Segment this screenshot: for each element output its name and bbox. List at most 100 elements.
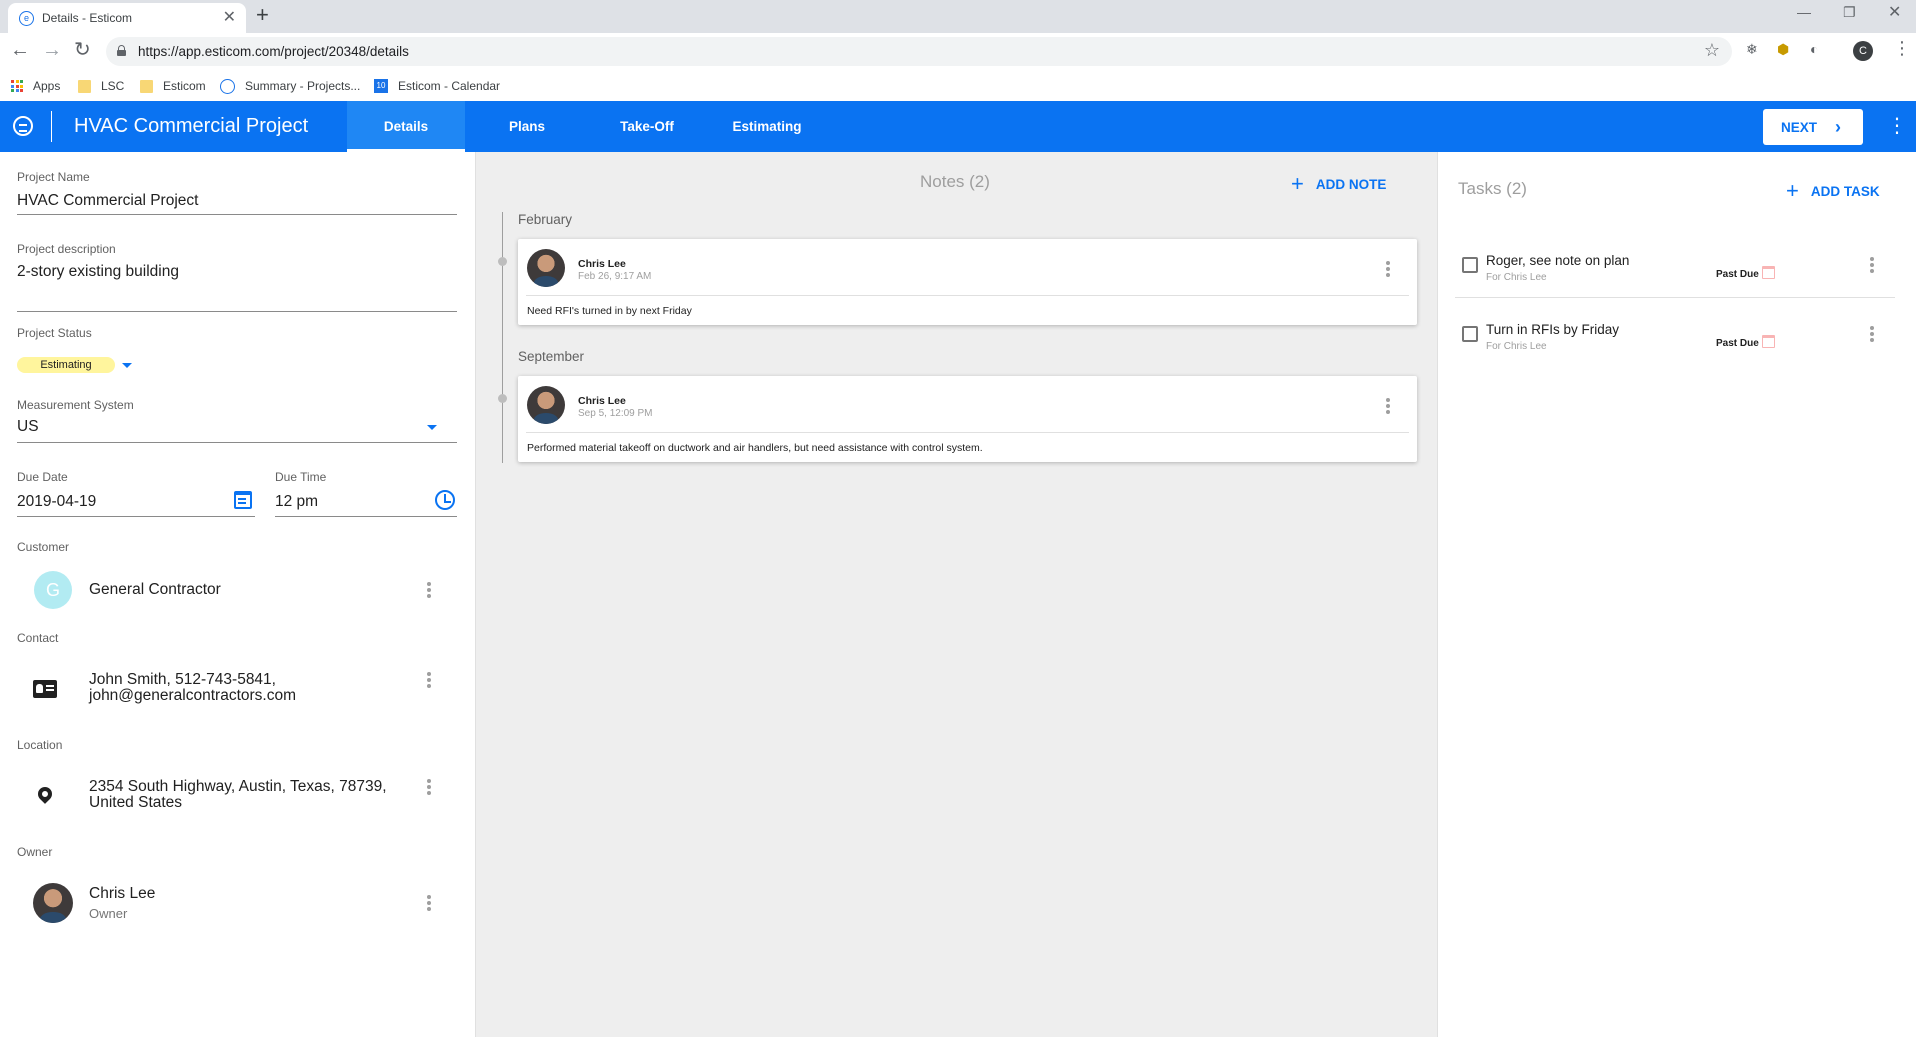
due-calendar-icon[interactable]	[1762, 266, 1775, 279]
url-text[interactable]: https://app.esticom.com/project/20348/de…	[138, 44, 409, 59]
task-checkbox[interactable]	[1462, 326, 1478, 342]
bookmark-star-icon[interactable]: ☆	[1704, 40, 1720, 61]
browser-tab[interactable]: e Details - Esticom ✕	[8, 3, 246, 33]
due-time-label: Due Time	[275, 470, 327, 484]
month-heading: September	[518, 349, 585, 364]
location-line-1[interactable]: 2354 South Highway, Austin, Texas, 78739…	[89, 779, 387, 795]
minimize-icon[interactable]: —	[1797, 4, 1811, 20]
description-input[interactable]: 2-story existing building	[17, 263, 179, 281]
project-details-panel: Project Name HVAC Commercial Project Pro…	[0, 152, 476, 1037]
task-more-icon[interactable]	[1870, 257, 1874, 273]
clock-icon[interactable]	[435, 490, 455, 510]
tab-details[interactable]: Details	[347, 101, 465, 152]
tasks-panel: Tasks (2) + ADD TASK Roger, see note on …	[1438, 152, 1916, 1037]
extension-circle-icon[interactable]: ◐	[1810, 41, 1818, 57]
description-underline	[17, 311, 457, 312]
browser-menu-icon[interactable]: ⋮	[1893, 38, 1911, 59]
note-timestamp: Sep 5, 12:09 PM	[578, 408, 653, 419]
task-title[interactable]: Turn in RFIs by Friday	[1486, 322, 1619, 337]
due-date-label: Due Date	[17, 470, 68, 484]
bookmark-summary-projects[interactable]: Summary - Projects...	[220, 77, 360, 95]
add-task-button[interactable]: + ADD TASK	[1786, 180, 1880, 202]
bookmark-label: Esticom - Calendar	[398, 79, 501, 93]
task-row[interactable]: Turn in RFIs by Friday For Chris Lee Pas…	[1455, 308, 1895, 367]
measurement-select[interactable]: US	[17, 418, 39, 436]
owner-more-icon[interactable]	[427, 895, 431, 911]
profile-avatar[interactable]: C	[1853, 41, 1873, 61]
owner-avatar	[33, 883, 73, 923]
customer-more-icon[interactable]	[427, 582, 431, 598]
contact-line-1[interactable]: John Smith, 512-743-5841,	[89, 672, 276, 688]
location-line-2[interactable]: United States	[89, 795, 182, 811]
restore-icon[interactable]: ❐	[1843, 4, 1856, 21]
task-title[interactable]: Roger, see note on plan	[1486, 253, 1629, 268]
note-more-icon[interactable]	[1386, 261, 1390, 277]
lock-icon	[117, 45, 126, 56]
note-card: Chris Lee Sep 5, 12:09 PM Performed mate…	[518, 376, 1417, 462]
owner-name[interactable]: Chris Lee	[89, 886, 155, 902]
honey-extension-icon[interactable]: ⬢	[1777, 41, 1789, 58]
forward-icon[interactable]: →	[42, 40, 62, 60]
project-name-label: Project Name	[17, 170, 90, 184]
bookmark-lsc[interactable]: LSC	[78, 77, 124, 95]
status-badge[interactable]: Estimating	[17, 357, 115, 373]
tasks-title: Tasks (2)	[1458, 179, 1527, 198]
app-header: HVAC Commercial Project Details Plans Ta…	[0, 101, 1916, 152]
bookmark-esticom[interactable]: Esticom	[140, 77, 206, 95]
customer-avatar: G	[34, 571, 72, 609]
task-row[interactable]: Roger, see note on plan For Chris Lee Pa…	[1455, 239, 1895, 298]
chevron-right-icon: ›	[1835, 116, 1842, 137]
tab-plans[interactable]: Plans	[468, 101, 586, 152]
customer-label: Customer	[17, 540, 70, 554]
task-assignee: For Chris Lee	[1486, 272, 1547, 283]
status-dropdown-icon[interactable]	[122, 363, 132, 368]
tab-take-off[interactable]: Take-Off	[588, 101, 706, 152]
next-button[interactable]: NEXT ›	[1763, 109, 1863, 145]
location-more-icon[interactable]	[427, 779, 431, 795]
tab-estimating[interactable]: Estimating	[708, 101, 826, 152]
calendar-icon[interactable]	[234, 491, 252, 509]
bookmark-label: LSC	[101, 79, 125, 93]
measurement-dropdown-icon[interactable]	[427, 425, 437, 430]
month-heading: February	[518, 212, 573, 227]
due-calendar-icon[interactable]	[1762, 335, 1775, 348]
contact-line-2[interactable]: john@generalcontractors.com	[89, 688, 296, 704]
app-menu-icon[interactable]: ⋮	[1887, 113, 1907, 139]
note-author: Chris Lee	[578, 258, 626, 270]
address-bar[interactable]: https://app.esticom.com/project/20348/de…	[106, 37, 1732, 66]
snowflake-extension-icon[interactable]: ❄	[1746, 41, 1758, 58]
project-name-underline	[17, 214, 457, 215]
note-author-avatar	[527, 386, 565, 424]
due-date-input[interactable]: 2019-04-19	[17, 493, 96, 511]
next-label: NEXT	[1781, 119, 1818, 135]
project-name-input[interactable]: HVAC Commercial Project	[17, 192, 198, 210]
task-more-icon[interactable]	[1870, 326, 1874, 342]
close-window-icon[interactable]: ✕	[1888, 2, 1901, 22]
notes-panel: Notes (2) + ADD NOTE February Chris Lee …	[476, 152, 1438, 1037]
tab-close-icon[interactable]: ✕	[223, 7, 236, 27]
bookmark-label: Summary - Projects...	[245, 79, 361, 93]
esticom-logo-icon[interactable]	[13, 116, 33, 136]
plus-icon: +	[1291, 171, 1304, 196]
apps-grid-icon	[11, 80, 23, 92]
note-body: Need RFI's turned in by next Friday	[527, 305, 692, 317]
owner-label: Owner	[17, 845, 53, 859]
due-time-underline	[275, 516, 457, 517]
note-body: Performed material takeoff on ductwork a…	[527, 442, 983, 454]
bookmark-apps[interactable]: Apps	[11, 77, 60, 95]
due-time-input[interactable]: 12 pm	[275, 493, 318, 511]
task-checkbox[interactable]	[1462, 257, 1478, 273]
folder-icon	[140, 79, 153, 93]
back-icon[interactable]: ←	[10, 40, 30, 60]
bookmark-label: Apps	[33, 79, 61, 93]
note-more-icon[interactable]	[1386, 398, 1390, 414]
reload-icon[interactable]: ↻	[74, 40, 91, 60]
bookmark-esticom-calendar[interactable]: 10 Esticom - Calendar	[374, 77, 500, 95]
note-timestamp: Feb 26, 9:17 AM	[578, 271, 652, 282]
add-note-button[interactable]: + ADD NOTE	[1291, 171, 1386, 196]
contact-more-icon[interactable]	[427, 672, 431, 688]
note-card: Chris Lee Feb 26, 9:17 AM Need RFI's tur…	[518, 239, 1417, 325]
note-author: Chris Lee	[578, 395, 626, 407]
new-tab-button[interactable]: +	[256, 2, 269, 28]
customer-name[interactable]: General Contractor	[89, 582, 221, 598]
